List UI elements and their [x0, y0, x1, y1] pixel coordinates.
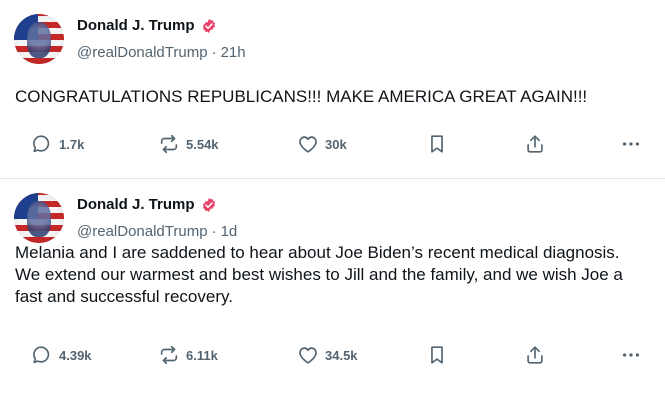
avatar[interactable] [14, 14, 64, 64]
author-handle[interactable]: @realDonaldTrump [77, 44, 208, 61]
reply-icon [33, 135, 50, 153]
reply-count: 1.7k [59, 136, 85, 152]
more-icon [622, 142, 640, 146]
post-2[interactable]: Donald J. Trump @realDonaldTrump · 1d Mela… [0, 179, 665, 401]
like-button[interactable]: 30k [297, 130, 347, 158]
more-icon [622, 353, 640, 357]
post-time[interactable]: 21h [221, 44, 246, 61]
bookmark-icon [431, 135, 443, 153]
bookmark-icon [431, 346, 443, 364]
reply-icon [33, 346, 50, 364]
like-count: 34.5k [325, 347, 358, 363]
reply-button[interactable]: 4.39k [31, 341, 92, 369]
share-icon [527, 135, 543, 153]
like-button[interactable]: 34.5k [297, 341, 358, 369]
post-text: Melania and I are saddened to hear about… [15, 243, 623, 306]
bookmark-button[interactable] [426, 130, 448, 158]
author-handle-row: @realDonaldTrump · 21h [77, 44, 246, 61]
post-time[interactable]: 1d [221, 223, 238, 240]
separator-dot: · [211, 44, 217, 61]
bookmark-button[interactable] [426, 341, 448, 369]
action-bar: 4.39k 6.11k 34.5k [0, 341, 665, 369]
repost-icon [160, 134, 178, 154]
more-options-button[interactable] [620, 130, 642, 158]
reply-count: 4.39k [59, 347, 92, 363]
repost-button[interactable]: 5.54k [158, 130, 219, 158]
verified-badge-icon [202, 197, 215, 212]
avatar[interactable] [14, 193, 64, 243]
repost-button[interactable]: 6.11k [158, 341, 218, 369]
more-options-button[interactable] [620, 341, 642, 369]
author-handle-row: @realDonaldTrump · 1d [77, 223, 237, 240]
author-name-row[interactable]: Donald J. Trump [77, 17, 217, 34]
share-icon [527, 346, 543, 364]
separator-dot: · [211, 223, 217, 240]
author-name-row[interactable]: Donald J. Trump [77, 196, 217, 213]
share-button[interactable] [524, 341, 546, 369]
repost-count: 6.11k [186, 347, 218, 363]
post-1[interactable]: Donald J. Trump @realDonaldTrump · 21h CON… [0, 0, 665, 179]
like-count: 30k [325, 136, 347, 152]
repost-count: 5.54k [186, 136, 219, 152]
action-bar: 1.7k 5.54k 30k [0, 130, 665, 158]
author-name[interactable]: Donald J. Trump [77, 196, 195, 213]
author-handle[interactable]: @realDonaldTrump [77, 223, 208, 240]
reply-button[interactable]: 1.7k [31, 130, 84, 158]
post-text: CONGRATULATIONS REPUBLICANS!!! MAKE AMER… [15, 87, 588, 106]
verified-badge-icon [202, 18, 215, 33]
like-icon [299, 347, 317, 364]
like-icon [299, 136, 317, 153]
share-button[interactable] [524, 130, 546, 158]
repost-icon [160, 345, 178, 365]
author-name[interactable]: Donald J. Trump [77, 17, 195, 34]
